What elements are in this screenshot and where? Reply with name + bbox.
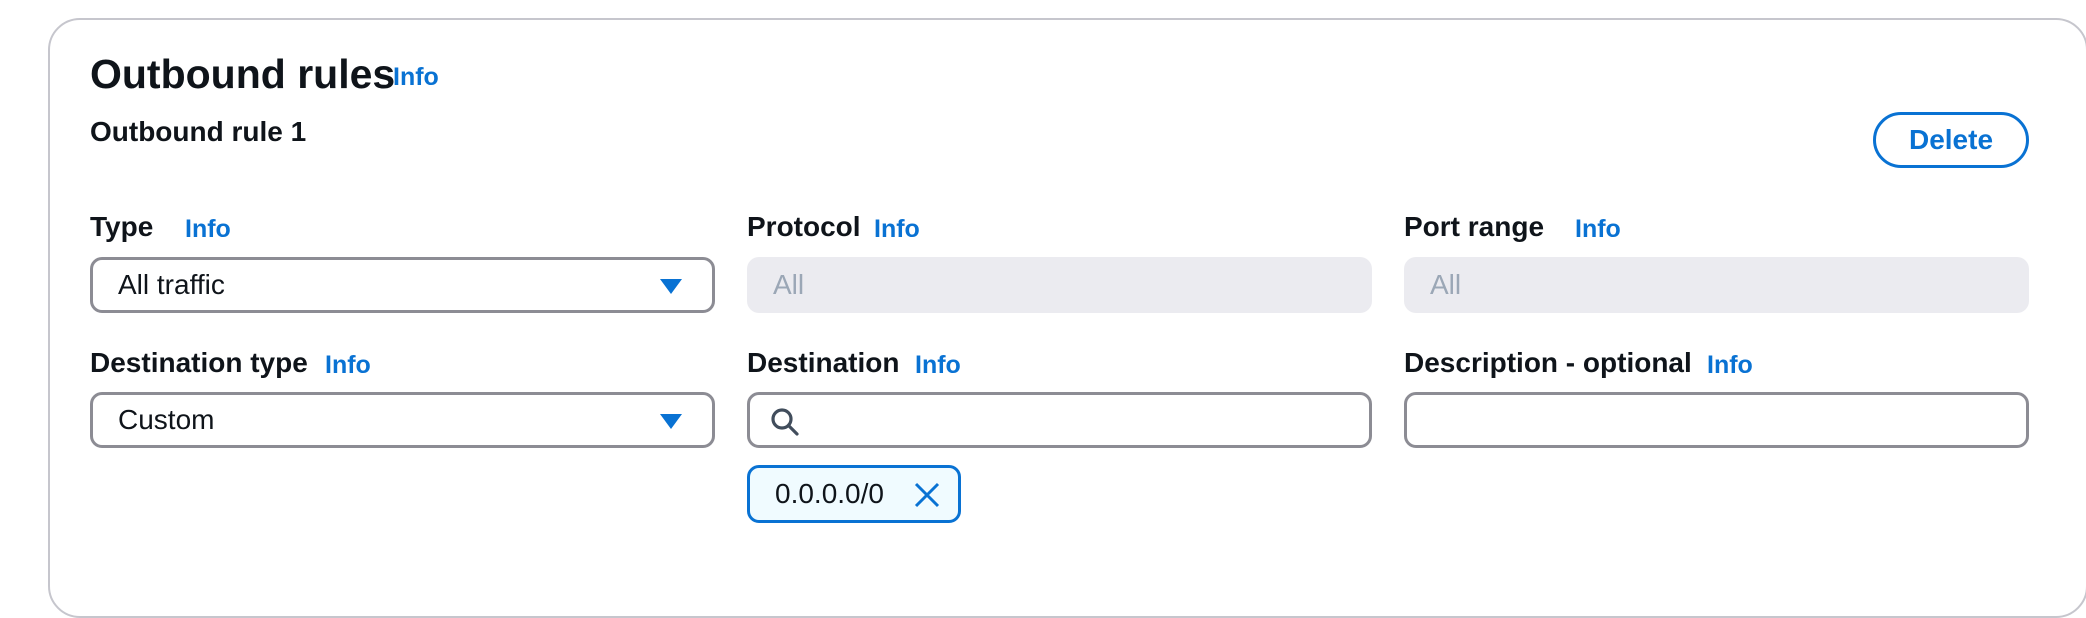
port-range-field: All (1404, 257, 2029, 313)
description-label: Description - optional (1404, 347, 1692, 378)
destination-search-input[interactable] (747, 392, 1372, 448)
caret-down-icon (660, 414, 682, 429)
destination-token-label: 0.0.0.0/0 (775, 478, 884, 509)
description-info-link[interactable]: Info (1707, 351, 1753, 380)
protocol-value: All (773, 269, 805, 300)
destination-type-value: Custom (118, 404, 215, 435)
delete-button[interactable]: Delete (1873, 112, 2029, 168)
destination-token: 0.0.0.0/0 (747, 465, 961, 523)
description-input[interactable] (1404, 392, 2029, 448)
protocol-info-link[interactable]: Info (874, 215, 920, 244)
destination-type-label: Destination type (90, 347, 308, 378)
rule-title: Outbound rule 1 (90, 116, 307, 147)
port-range-info-link[interactable]: Info (1575, 215, 1621, 244)
type-info-link[interactable]: Info (185, 215, 231, 244)
destination-type-select[interactable]: Custom (90, 392, 715, 448)
protocol-label: Protocol (747, 211, 861, 242)
destination-type-info-link[interactable]: Info (325, 351, 371, 380)
type-select[interactable]: All traffic (90, 257, 715, 313)
type-select-value: All traffic (118, 269, 225, 300)
protocol-field: All (747, 257, 1372, 313)
outbound-rules-panel (48, 18, 2086, 618)
section-info-link[interactable]: Info (393, 63, 439, 92)
caret-down-icon (660, 279, 682, 294)
port-range-label: Port range (1404, 211, 1545, 242)
section-title: Outbound rules (90, 51, 396, 97)
destination-label: Destination (747, 347, 900, 378)
destination-info-link[interactable]: Info (915, 351, 961, 380)
close-icon[interactable] (912, 480, 942, 510)
port-range-value: All (1430, 269, 1462, 300)
search-icon (771, 408, 799, 436)
type-label: Type (90, 211, 154, 242)
